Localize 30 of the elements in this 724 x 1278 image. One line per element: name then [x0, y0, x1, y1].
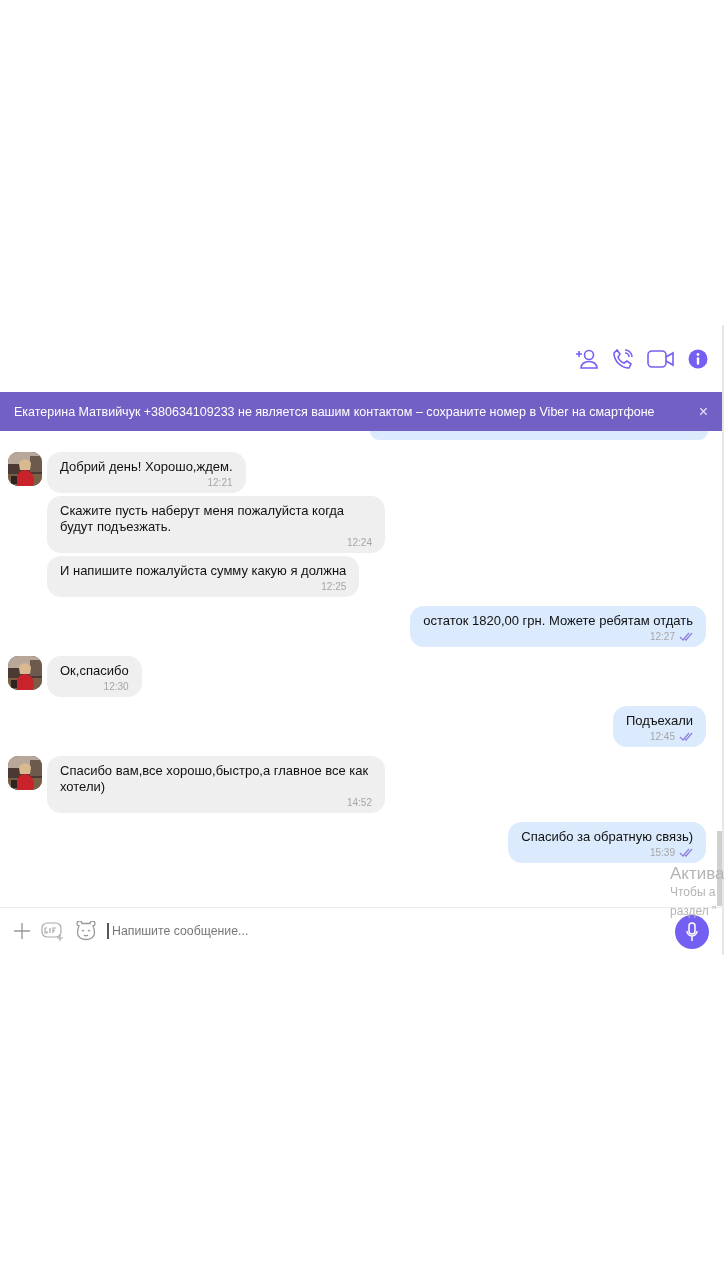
- activation-text: Чтобы а: [670, 884, 716, 901]
- message-time: 12:25: [321, 580, 347, 593]
- message-time: 12:30: [103, 680, 129, 693]
- message-time: 14:52: [346, 796, 372, 809]
- message-bubble: Скажите пусть наберут меня пожалуйста когда будут подъезжать. 12:24: [47, 496, 385, 553]
- phone-icon[interactable]: [612, 347, 634, 370]
- message-bubble: Спасибо вам,все хорошо,быстро,а главное все как хотели) 14:52: [47, 756, 385, 813]
- message-time: 12:21: [207, 476, 233, 489]
- message-bubble: Добрий день! Хорошо,ждем. 12:21: [47, 452, 246, 493]
- message-bubble: остаток 1820,00 грн. Можете ребятам отдать 12:27: [410, 606, 706, 647]
- video-camera-icon[interactable]: [647, 348, 675, 369]
- message-time: 12:27: [649, 630, 675, 643]
- close-button[interactable]: ×: [698, 402, 708, 421]
- message-input[interactable]: Напишите сообщение...: [107, 923, 632, 939]
- message-bubble: Спасибо за обратную связь) 15:39: [508, 822, 706, 863]
- microphone-icon: [686, 922, 698, 942]
- message-bubble: Ок,спасибо 12:30: [47, 656, 142, 697]
- double-check-icon: [679, 632, 693, 641]
- banner-text: Екатерина Матвийчук +380634109233 не является вашим контактом – сохраните номер в Viber на смартфоне: [14, 404, 655, 419]
- message-time: 15:39: [649, 846, 675, 859]
- double-check-icon: [679, 732, 693, 741]
- activation-text: раздел ": [670, 903, 717, 920]
- add-contact-icon[interactable]: [575, 347, 599, 370]
- message-bubble: И напишите пожалуйста сумму какую я должна 12:25: [47, 556, 360, 597]
- message-time: 12:45: [649, 730, 675, 743]
- double-check-icon: [679, 848, 693, 857]
- message-time: 12:24: [346, 536, 372, 549]
- message-bubble: Подъехали 12:45: [612, 706, 706, 747]
- info-icon[interactable]: [688, 348, 708, 369]
- bear-face-icon[interactable]: [75, 921, 97, 941]
